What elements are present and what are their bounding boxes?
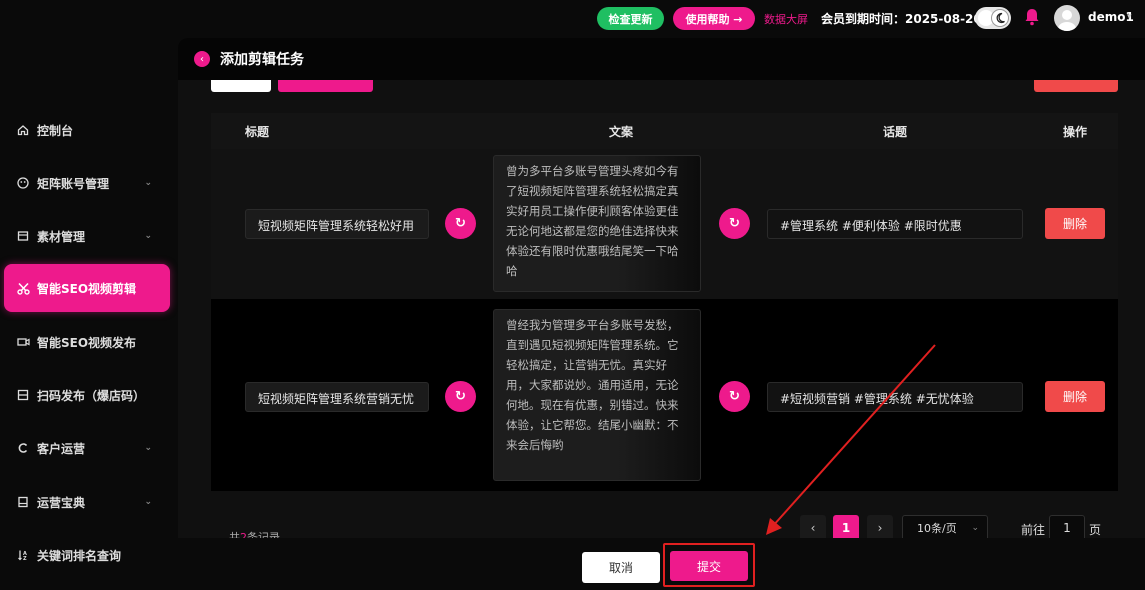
title-input[interactable]: 短视频矩阵管理系统营销无忧 (245, 382, 429, 412)
delete-button[interactable]: 删除 (1045, 381, 1105, 412)
header-copy: 文案 (609, 125, 634, 139)
sidebar-item-seo-video-edit[interactable]: 智能SEO视频剪辑 (4, 264, 170, 312)
sort-icon: AZ (16, 548, 30, 562)
task-table: 标题 文案 话题 操作 短视频矩阵管理系统轻松好用 ↻ 曾为多平台多账号管理头疼… (211, 113, 1118, 491)
header-topic: 话题 (883, 125, 908, 139)
home-icon (16, 123, 30, 137)
sidebar-item-seo-video-publish[interactable]: 智能SEO视频发布 (4, 318, 170, 366)
sidebar-item-label: 扫码发布（爆店码） (37, 388, 146, 403)
chevron-down-icon: ⌄ (971, 523, 979, 533)
table-row: 短视频矩阵管理系统轻松好用 ↻ 曾为多平台多账号管理头疼如今有了短视频矩阵管理系… (211, 149, 1118, 299)
cancel-button[interactable]: 取消 (582, 552, 660, 583)
chevron-down-icon: ⌄ (144, 497, 152, 507)
copy-textarea[interactable]: 曾经我为管理多平台多账号发愁，直到遇见短视频矩阵管理系统。它轻松搞定，让营销无忧… (493, 309, 701, 481)
copy-textarea[interactable]: 曾为多平台多账号管理头疼如今有了短视频矩阵管理系统轻松搞定真实好用员工操作便利顾… (493, 155, 701, 292)
submit-highlight-box: 提交 (663, 543, 755, 587)
sidebar-item-label: 关键词排名查询 (37, 548, 122, 563)
table-header: 标题 文案 话题 操作 (211, 113, 1118, 149)
sidebar-item-label: 素材管理 (37, 229, 86, 244)
qrcode-icon (16, 388, 30, 402)
goto-label: 前往 (1021, 523, 1046, 537)
help-button[interactable]: 使用帮助 → (673, 7, 755, 30)
member-expire-text: 会员到期时间：2025-08-20 (821, 12, 982, 26)
chevron-down-icon: ⌄ (144, 231, 152, 241)
form-footer: 取消 提交 (178, 538, 1145, 590)
sidebar-item-ops-guide[interactable]: 运营宝典 ⌄ (4, 478, 170, 526)
toolbar-button-partial[interactable] (211, 80, 271, 92)
top-bar: 检查更新 使用帮助 → 数据大屏 会员到期时间：2025-08-20 demo1… (0, 0, 1145, 38)
toolbar-button-partial[interactable] (1034, 80, 1118, 92)
topic-input[interactable]: #管理系统 #便利体验 #限时优惠 (767, 209, 1023, 239)
sidebar-item-matrix-account[interactable]: 矩阵账号管理 ⌄ (4, 159, 170, 207)
sidebar-item-label: 矩阵账号管理 (37, 176, 110, 191)
scissors-icon (16, 281, 30, 295)
sidebar-item-label: 运营宝典 (37, 495, 86, 510)
topic-input[interactable]: #短视频营销 #管理系统 #无忧体验 (767, 382, 1023, 412)
refresh-title-icon[interactable]: ↻ (445, 381, 476, 412)
chevron-down-icon: ⌄ (144, 443, 152, 453)
chevron-down-icon: ⌄ (144, 178, 152, 188)
customer-icon (16, 441, 30, 455)
page-size-value: 10条/页 (917, 522, 957, 535)
moon-icon (991, 9, 1009, 27)
book-icon (16, 495, 30, 509)
sidebar-item-label: 控制台 (37, 123, 74, 138)
svg-text:Z: Z (23, 556, 27, 561)
header-action: 操作 (1063, 125, 1088, 139)
header-title: 标题 (245, 125, 270, 139)
page-title: 添加剪辑任务 (220, 52, 304, 68)
refresh-copy-icon[interactable]: ↻ (719, 381, 750, 412)
theme-toggle[interactable] (975, 7, 1011, 29)
video-icon (16, 335, 30, 349)
user-caret-icon[interactable]: ▾ (1127, 12, 1132, 22)
avatar[interactable] (1054, 5, 1080, 31)
data-screen-link[interactable]: 数据大屏 (764, 11, 808, 27)
back-icon[interactable]: ‹ (194, 51, 210, 67)
sidebar-item-material[interactable]: 素材管理 ⌄ (4, 212, 170, 260)
sidebar: 控制台 矩阵账号管理 ⌄ 素材管理 ⌄ 智能SEO视频剪辑 智能SEO视频发布 … (0, 38, 178, 590)
folder-icon (16, 229, 30, 243)
sidebar-item-label: 智能SEO视频剪辑 (37, 281, 137, 296)
title-input[interactable]: 短视频矩阵管理系统轻松好用 (245, 209, 429, 239)
panel-header: ‹ 添加剪辑任务 (178, 38, 1145, 80)
toolbar-button-partial[interactable] (278, 80, 373, 92)
refresh-copy-icon[interactable]: ↻ (719, 208, 750, 239)
sidebar-item-label: 智能SEO视频发布 (37, 335, 137, 350)
sidebar-item-dashboard[interactable]: 控制台 (4, 106, 170, 154)
bell-icon[interactable] (1024, 8, 1040, 26)
table-row: 短视频矩阵管理系统营销无忧 ↻ 曾经我为管理多平台多账号发愁，直到遇见短视频矩阵… (211, 301, 1118, 491)
sidebar-item-qr-publish[interactable]: 扫码发布（爆店码） (4, 371, 170, 419)
page-unit-label: 页 (1089, 523, 1102, 537)
main-panel: ‹ 添加剪辑任务 标题 文案 话题 操作 短视频矩阵管理系统轻松好用 ↻ 曾为多… (178, 38, 1145, 590)
account-icon (16, 176, 30, 190)
check-update-button[interactable]: 检查更新 (597, 7, 664, 30)
sidebar-item-customer-ops[interactable]: 客户运营 ⌄ (4, 424, 170, 472)
sidebar-item-label: 客户运营 (37, 441, 86, 456)
delete-button[interactable]: 删除 (1045, 208, 1105, 239)
submit-button[interactable]: 提交 (670, 551, 748, 581)
sidebar-item-keyword-rank[interactable]: AZ 关键词排名查询 (4, 531, 170, 579)
refresh-title-icon[interactable]: ↻ (445, 208, 476, 239)
